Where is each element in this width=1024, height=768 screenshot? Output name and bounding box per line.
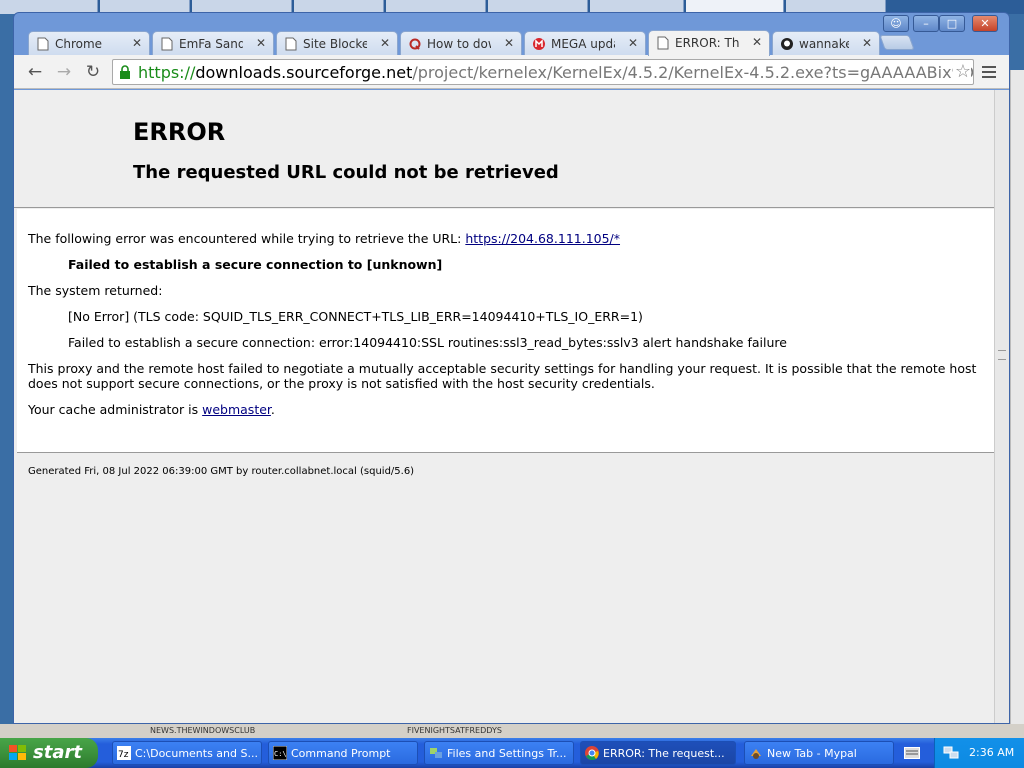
tab-label: Site Blocked — [303, 37, 367, 51]
taskbar-item-chrome[interactable]: ERROR: The request... — [580, 741, 736, 765]
svg-text:C:\: C:\ — [274, 750, 287, 758]
tab-label: wannakey/w — [799, 37, 849, 51]
url-scheme: https:// — [138, 63, 196, 82]
svg-text:7z: 7z — [118, 750, 129, 760]
reload-button[interactable]: ↻ — [82, 61, 104, 83]
back-button[interactable]: ← — [24, 61, 46, 83]
bookmark-star-icon[interactable]: ☆ — [952, 61, 971, 82]
system-returned-label: The system returned: — [28, 283, 163, 298]
taskbar-item-label: C:\Documents and S... — [135, 747, 258, 760]
page-footer: Generated Fri, 08 Jul 2022 06:39:00 GMT … — [28, 466, 415, 477]
background-label-left: NEWS.THEWINDOWSCLUB — [150, 726, 256, 735]
taskbar-item-documents[interactable]: 7z C:\Documents and S... — [112, 741, 262, 765]
tab-mega-update[interactable]: MEGA update ✕ — [524, 31, 646, 55]
taskbar: start 7z C:\Documents and S... C:\ Comma… — [0, 738, 1024, 768]
address-bar[interactable]: https://downloads.sourceforge.net/projec… — [112, 59, 974, 85]
admin-suffix: . — [270, 402, 275, 417]
error-header: ERROR The requested URL could not be ret… — [14, 90, 994, 208]
close-icon[interactable]: ✕ — [504, 36, 514, 50]
browser-toolbar: ← → ↻ https://downloads.sourceforge.net/… — [14, 55, 1009, 89]
error-url-link[interactable]: https://204.68.111.105/* — [465, 231, 620, 246]
transfer-icon — [430, 748, 442, 758]
taskbar-item-label: ERROR: The request... — [603, 747, 725, 760]
tab-label: How to down — [427, 37, 491, 51]
github-icon — [781, 38, 793, 50]
close-icon[interactable]: ✕ — [628, 36, 638, 50]
error-body: The following error was encountered whil… — [17, 209, 994, 453]
taskbar-item-label: Files and Settings Tr... — [447, 747, 567, 760]
taskbar-item-label: New Tab - Mypal — [767, 747, 857, 760]
admin-text: Your cache administrator is — [28, 402, 203, 417]
7zip-icon: 7z — [117, 746, 131, 760]
windows-flag-icon — [9, 745, 26, 760]
url-host: downloads.sourceforge.net — [195, 63, 413, 82]
keyboard-icon[interactable] — [904, 747, 920, 759]
page-scrollbar[interactable] — [994, 90, 1009, 723]
url-path: /project/kernelex/KernelEx/4.5.2/KernelE… — [412, 63, 974, 82]
desktop-scrollbar[interactable] — [1010, 70, 1024, 738]
tab-label: MEGA update — [551, 37, 615, 51]
error-explanation: This proxy and the remote host failed to… — [28, 361, 977, 391]
minimize-button[interactable]: – — [913, 15, 939, 32]
page-icon — [285, 37, 297, 51]
chrome-icon — [585, 746, 599, 760]
tab-how-to-download[interactable]: How to down ✕ — [400, 31, 522, 55]
network-icon[interactable] — [943, 746, 959, 760]
page-content: ERROR The requested URL could not be ret… — [14, 90, 1009, 723]
tab-label: EmFa Sandbo — [179, 37, 243, 51]
tab-site-blocked[interactable]: Site Blocked ✕ — [276, 31, 398, 55]
start-label: start — [33, 742, 82, 763]
taskbar-item-mypal[interactable]: New Tab - Mypal — [744, 741, 894, 765]
tls-code-line: [No Error] (TLS code: SQUID_TLS_ERR_CONN… — [68, 309, 643, 324]
page-icon — [37, 37, 49, 51]
cmd-icon: C:\ — [273, 746, 287, 760]
taskbar-item-files-transfer[interactable]: Files and Settings Tr... — [424, 741, 574, 765]
page-subtitle: The requested URL could not be retrieved — [133, 162, 559, 183]
webmaster-link[interactable]: webmaster — [202, 402, 271, 417]
page-icon — [657, 36, 669, 50]
page-icon — [161, 37, 173, 51]
quora-icon — [409, 38, 421, 50]
clock[interactable]: 2:36 AM — [969, 746, 1014, 759]
tab-strip: Chrome ✕ EmFa Sandbo ✕ Site Blocked ✕ Ho… — [14, 13, 1009, 56]
profile-button[interactable]: ☺ — [883, 15, 909, 32]
close-icon[interactable]: ✕ — [752, 35, 762, 49]
scroll-grip[interactable] — [998, 350, 1006, 360]
tab-label: ERROR: The — [675, 36, 739, 50]
close-icon[interactable]: ✕ — [862, 36, 872, 50]
error-line-url: The following error was encountered whil… — [28, 231, 982, 246]
close-icon[interactable]: ✕ — [380, 36, 390, 50]
tab-label: Chrome — [55, 37, 103, 51]
background-label-right: FIVENIGHTSATFREDDYS — [407, 726, 502, 735]
forward-button[interactable]: → — [53, 61, 75, 83]
chrome-window: Chrome ✕ EmFa Sandbo ✕ Site Blocked ✕ Ho… — [13, 12, 1010, 724]
maximize-button[interactable]: □ — [939, 15, 965, 32]
tab-error-active[interactable]: ERROR: The ✕ — [648, 30, 770, 56]
close-icon[interactable]: ✕ — [132, 36, 142, 50]
close-window-button[interactable]: ✕ — [972, 15, 998, 32]
cache-admin-line: Your cache administrator is webmaster. — [28, 402, 982, 417]
taskbar-item-command-prompt[interactable]: C:\ Command Prompt — [268, 741, 418, 765]
error-summary: Failed to establish a secure connection … — [68, 257, 443, 272]
close-icon[interactable]: ✕ — [256, 36, 266, 50]
taskbar-item-label: Command Prompt — [291, 747, 391, 760]
page-title: ERROR — [133, 118, 226, 146]
new-tab-button[interactable] — [879, 35, 915, 50]
mega-icon — [533, 38, 545, 50]
start-button[interactable]: start — [0, 738, 98, 768]
mypal-icon — [751, 749, 761, 759]
lock-icon — [120, 65, 130, 79]
tab-chrome[interactable]: Chrome ✕ — [28, 31, 150, 55]
background-window-footer: NEWS.THEWINDOWSCLUB FIVENIGHTSATFREDDYS — [0, 724, 1024, 738]
menu-icon[interactable] — [980, 63, 998, 81]
tab-wannakey[interactable]: wannakey/w ✕ — [772, 31, 880, 55]
system-tray: 2:36 AM — [934, 738, 1024, 768]
url-line-text: The following error was encountered whil… — [28, 231, 466, 246]
tab-emfa-sandbox[interactable]: EmFa Sandbo ✕ — [152, 31, 274, 55]
ssl-error-line: Failed to establish a secure connection:… — [68, 335, 787, 350]
